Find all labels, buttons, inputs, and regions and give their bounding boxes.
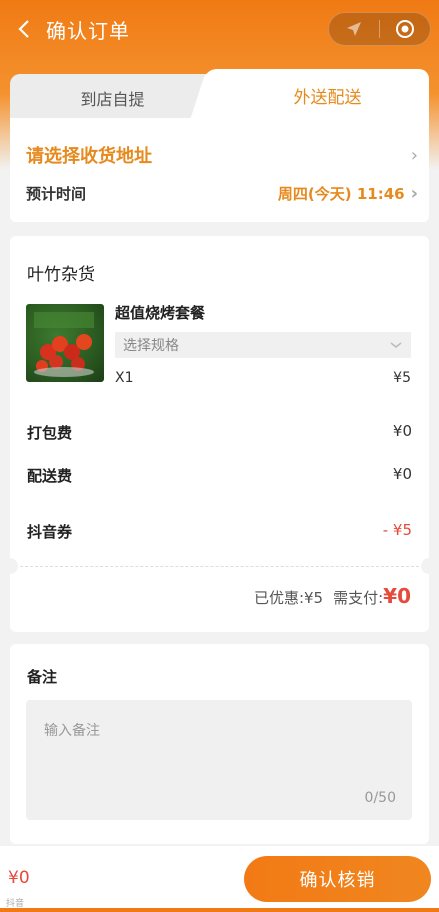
- pay-label: 需支付:: [333, 589, 384, 607]
- delivery-fee-row: 配送费 ¥0: [27, 465, 412, 486]
- ticket-notch-left: [2, 558, 18, 574]
- product-price: ¥5: [393, 370, 411, 386]
- total-amount: ¥0: [8, 868, 30, 888]
- coupon-value: - ¥5: [382, 521, 412, 539]
- time-label: 预计时间: [26, 184, 87, 203]
- chevron-right-icon: ›: [410, 182, 418, 204]
- address-select-row[interactable]: 请选择收货地址 ›: [26, 140, 418, 170]
- note-input[interactable]: 输入备注 0/50: [26, 700, 412, 820]
- tomato-photo: [34, 312, 94, 377]
- order-card: 叶竹杂货 超值烧烤套餐 选择规格 X1 ¥5 打包费 ¥0 配送费 ¥0 抖音券…: [2, 236, 437, 632]
- discount-group: 已优惠:¥5: [254, 587, 323, 608]
- pay-group: 需支付:¥0: [333, 584, 411, 608]
- note-title: 备注: [27, 668, 58, 686]
- tab-delivery-label: 外送配送: [293, 88, 362, 108]
- record-icon: [396, 20, 414, 38]
- fee-label: 配送费: [27, 467, 73, 485]
- note-card: 备注 输入备注 0/50: [10, 644, 429, 844]
- chevron-right-icon: ›: [410, 144, 418, 166]
- address-card: 请选择收货地址 › 预计时间 周四(今天) 11:46 ›: [10, 118, 429, 222]
- delivery-time-row[interactable]: 预计时间 周四(今天) 11:46 ›: [26, 180, 418, 206]
- coupon-row[interactable]: 抖音券 - ¥5: [27, 521, 412, 542]
- time-value-group: 周四(今天) 11:46 ›: [278, 183, 418, 204]
- tab-delivery[interactable]: 外送配送: [206, 69, 429, 122]
- note-placeholder: 输入备注: [44, 723, 100, 739]
- chevron-left-icon: [18, 20, 29, 38]
- product-name: 超值烧烤套餐: [115, 304, 206, 322]
- fee-label: 打包费: [27, 424, 73, 442]
- mini-program-capsule: [328, 12, 431, 46]
- spec-select[interactable]: 选择规格: [115, 332, 411, 358]
- spec-placeholder: 选择规格: [123, 338, 179, 354]
- chevron-down-icon: [390, 342, 402, 348]
- location-arrow-icon: [347, 22, 361, 36]
- pay-value: ¥0: [383, 584, 411, 608]
- discount-value: ¥5: [304, 589, 324, 607]
- store-name: 叶竹杂货: [27, 265, 95, 285]
- dashed-divider: [10, 566, 429, 567]
- close-miniapp-button[interactable]: [380, 13, 430, 45]
- product-image: [26, 304, 104, 382]
- bottom-bar: ¥0 抖音 确认核销: [0, 846, 439, 912]
- product-quantity: X1: [115, 370, 134, 386]
- bottom-accent-line: [0, 908, 439, 912]
- fee-label: 抖音券: [27, 523, 73, 541]
- back-button[interactable]: [10, 14, 38, 44]
- time-value: 周四(今天) 11:46: [277, 184, 405, 203]
- location-button[interactable]: [329, 13, 379, 45]
- fee-value: ¥0: [392, 422, 412, 440]
- ticket-notch-right: [421, 558, 437, 574]
- confirm-button[interactable]: 确认核销: [244, 856, 431, 902]
- packing-fee-row: 打包费 ¥0: [27, 422, 412, 443]
- fee-value: ¥0: [392, 465, 412, 483]
- address-label: 请选择收货地址: [26, 146, 152, 167]
- note-char-count: 0/50: [364, 790, 396, 806]
- nav-bar: 确认订单: [0, 0, 439, 60]
- page-title: 确认订单: [46, 19, 130, 43]
- discount-label: 已优惠:: [253, 589, 304, 607]
- delivery-tabs: 到店自提 外送配送: [10, 69, 429, 122]
- order-summary: 已优惠:¥5 需支付:¥0: [254, 584, 411, 608]
